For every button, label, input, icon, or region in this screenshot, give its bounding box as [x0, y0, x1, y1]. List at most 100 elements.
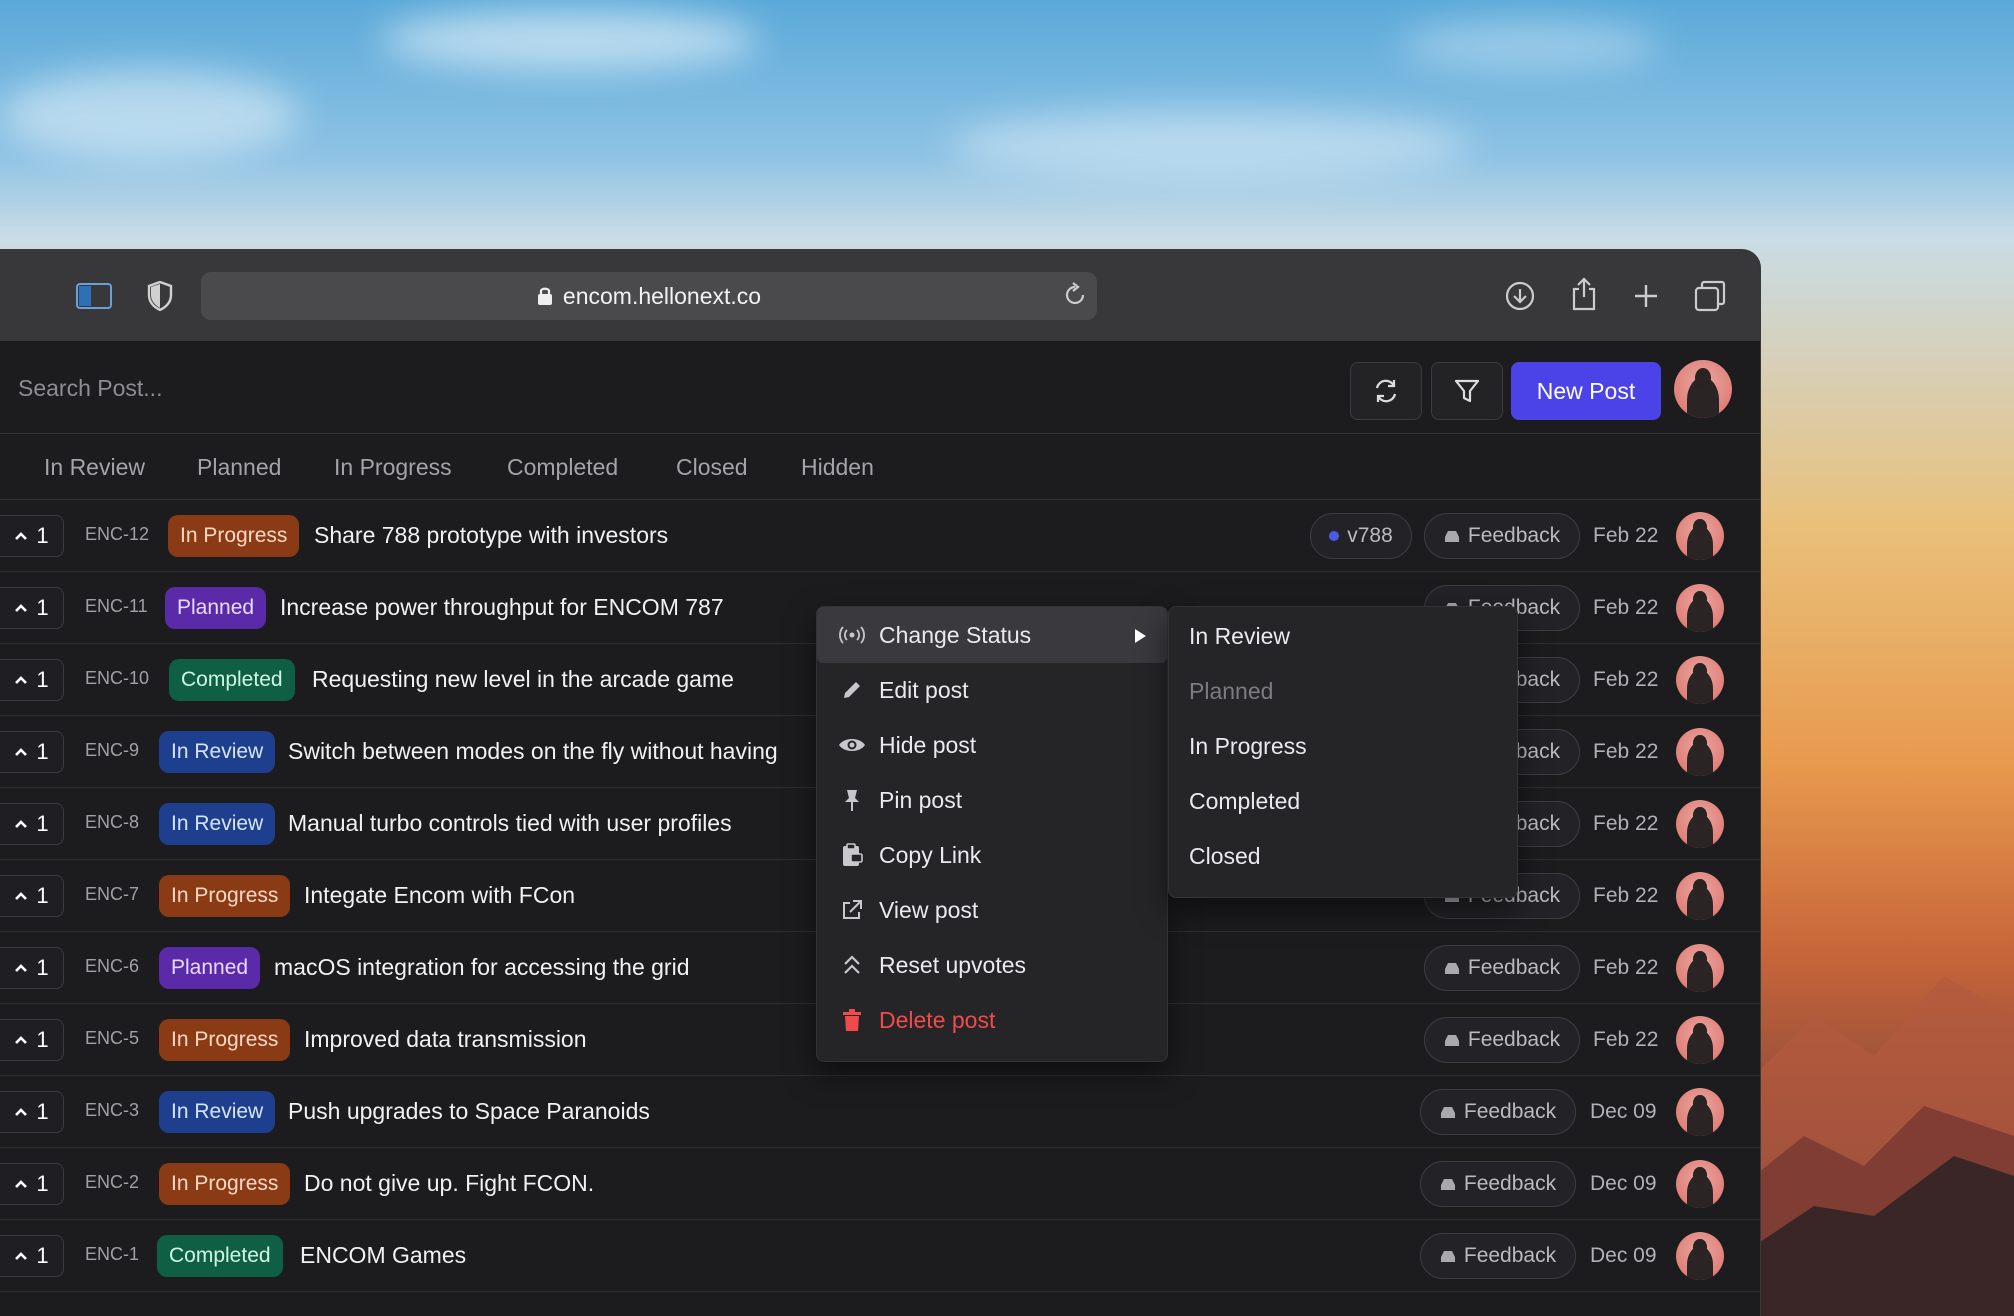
category-label: Feedback	[1467, 1028, 1561, 1051]
post-id: ENC-6	[85, 956, 140, 976]
download-icon[interactable]	[1500, 276, 1540, 316]
avatar[interactable]	[1676, 584, 1724, 632]
caret-up-icon	[14, 819, 28, 829]
category-chip[interactable]: Feedback	[1424, 945, 1580, 991]
category-chip[interactable]: Feedback	[1420, 1161, 1576, 1207]
upvote-button[interactable]: 1	[0, 587, 64, 629]
vote-count: 1	[36, 667, 49, 692]
upvote-button[interactable]: 1	[0, 947, 64, 989]
caret-up-icon	[14, 603, 28, 613]
upvote-button[interactable]: 1	[0, 515, 64, 557]
version-chip[interactable]: v788	[1310, 513, 1412, 559]
post-id: ENC-9	[85, 740, 140, 760]
upvote-button[interactable]: 1	[0, 1091, 64, 1133]
menu-pin-post[interactable]: Pin post	[817, 772, 1167, 828]
reload-icon[interactable]	[1063, 282, 1087, 314]
avatar[interactable]	[1676, 728, 1724, 776]
menu-label: Reset upvotes	[879, 951, 1027, 978]
mountain-silhouette	[1754, 976, 2014, 1316]
upvote-button[interactable]: 1	[0, 1235, 64, 1277]
menu-label: Copy Link	[879, 841, 982, 868]
shield-icon[interactable]	[140, 276, 180, 316]
refresh-icon	[1375, 379, 1397, 403]
menu-change-status[interactable]: Change Status	[817, 607, 1167, 663]
post-title[interactable]: Switch between modes on the fly without …	[288, 738, 778, 765]
post-title[interactable]: macOS integration for accessing the grid	[274, 954, 689, 981]
share-icon[interactable]	[1564, 274, 1604, 314]
table-row[interactable]: 1 ENC-2 In Progress Do not give up. Figh…	[0, 1148, 1760, 1220]
post-title[interactable]: Do not give up. Fight FCON.	[304, 1170, 594, 1197]
tab-hidden[interactable]: Hidden	[801, 454, 874, 481]
upvote-button[interactable]: 1	[0, 875, 64, 917]
table-row[interactable]: 1 ENC-3 In Review Push upgrades to Space…	[0, 1076, 1760, 1148]
eye-icon	[837, 735, 867, 755]
status-badge: Completed	[157, 1235, 283, 1277]
category-chip[interactable]: Feedback	[1420, 1089, 1576, 1135]
upvote-button[interactable]: 1	[0, 659, 64, 701]
menu-copy-link[interactable]: Copy Link	[817, 827, 1167, 883]
new-post-button[interactable]: New Post	[1511, 362, 1661, 420]
category-label: Feedback	[1463, 1172, 1557, 1195]
menu-reset-upvotes[interactable]: Reset upvotes	[817, 937, 1167, 993]
sidebar-toggle-icon[interactable]	[74, 276, 114, 316]
post-title[interactable]: Improved data transmission	[304, 1026, 587, 1053]
version-label: v788	[1347, 524, 1393, 547]
status-badge: In Review	[159, 731, 276, 773]
category-chip[interactable]: Feedback	[1424, 513, 1580, 559]
tray-icon	[1444, 529, 1460, 543]
menu-edit-post[interactable]: Edit post	[817, 662, 1167, 718]
avatar[interactable]	[1676, 872, 1724, 920]
avatar[interactable]	[1676, 1232, 1724, 1280]
post-title[interactable]: Integate Encom with FCon	[304, 882, 575, 909]
refresh-button[interactable]	[1350, 362, 1422, 420]
submenu-in-review[interactable]: In Review	[1189, 623, 1290, 650]
post-title[interactable]: Manual turbo controls tied with user pro…	[288, 810, 732, 837]
avatar[interactable]	[1676, 800, 1724, 848]
menu-delete-post[interactable]: Delete post	[817, 992, 1167, 1048]
submenu-in-progress[interactable]: In Progress	[1189, 733, 1307, 760]
avatar[interactable]	[1676, 656, 1724, 704]
post-title[interactable]: Requesting new level in the arcade game	[312, 666, 734, 693]
new-tab-icon[interactable]	[1626, 276, 1666, 316]
avatar[interactable]	[1676, 512, 1724, 560]
submenu-completed[interactable]: Completed	[1189, 788, 1300, 815]
upvote-button[interactable]: 1	[0, 1019, 64, 1061]
filter-button[interactable]	[1431, 362, 1503, 420]
category-chip[interactable]: Feedback	[1424, 1017, 1580, 1063]
caret-up-icon	[14, 1035, 28, 1045]
tab-closed[interactable]: Closed	[676, 454, 748, 481]
tab-overview-icon[interactable]	[1690, 276, 1730, 316]
sky-cloud	[0, 70, 300, 160]
table-row[interactable]: 1 ENC-12 In Progress Share 788 prototype…	[0, 500, 1760, 572]
caret-up-icon	[14, 1251, 28, 1261]
tab-planned[interactable]: Planned	[197, 454, 281, 481]
upvote-button[interactable]: 1	[0, 1163, 64, 1205]
avatar[interactable]	[1676, 1016, 1724, 1064]
upvote-button[interactable]: 1	[0, 803, 64, 845]
tab-completed[interactable]: Completed	[507, 454, 618, 481]
avatar[interactable]	[1676, 944, 1724, 992]
caret-up-icon	[14, 675, 28, 685]
address-bar[interactable]: encom.hellonext.co	[201, 272, 1097, 320]
status-submenu: In Review Planned In Progress Completed …	[1168, 606, 1518, 898]
avatar[interactable]	[1676, 1160, 1724, 1208]
post-context-menu: Change Status Edit post Hide post Pin po…	[816, 606, 1168, 1062]
post-title[interactable]: Push upgrades to Space Paranoids	[288, 1098, 650, 1125]
user-avatar[interactable]	[1674, 360, 1732, 418]
post-date: Feb 22	[1593, 956, 1659, 979]
tab-in-review[interactable]: In Review	[44, 454, 145, 481]
menu-view-post[interactable]: View post	[817, 882, 1167, 938]
status-badge: In Review	[159, 803, 276, 845]
post-title[interactable]: ENCOM Games	[300, 1242, 466, 1269]
post-title[interactable]: Increase power throughput for ENCOM 787	[280, 594, 724, 621]
submenu-closed[interactable]: Closed	[1189, 843, 1261, 870]
post-id: ENC-3	[85, 1100, 140, 1120]
search-input[interactable]	[18, 370, 718, 406]
avatar[interactable]	[1676, 1088, 1724, 1136]
table-row[interactable]: 1 ENC-1 Completed ENCOM Games Feedback D…	[0, 1220, 1760, 1292]
menu-hide-post[interactable]: Hide post	[817, 717, 1167, 773]
post-title[interactable]: Share 788 prototype with investors	[314, 522, 668, 549]
tab-in-progress[interactable]: In Progress	[334, 454, 452, 481]
upvote-button[interactable]: 1	[0, 731, 64, 773]
category-chip[interactable]: Feedback	[1420, 1233, 1576, 1279]
